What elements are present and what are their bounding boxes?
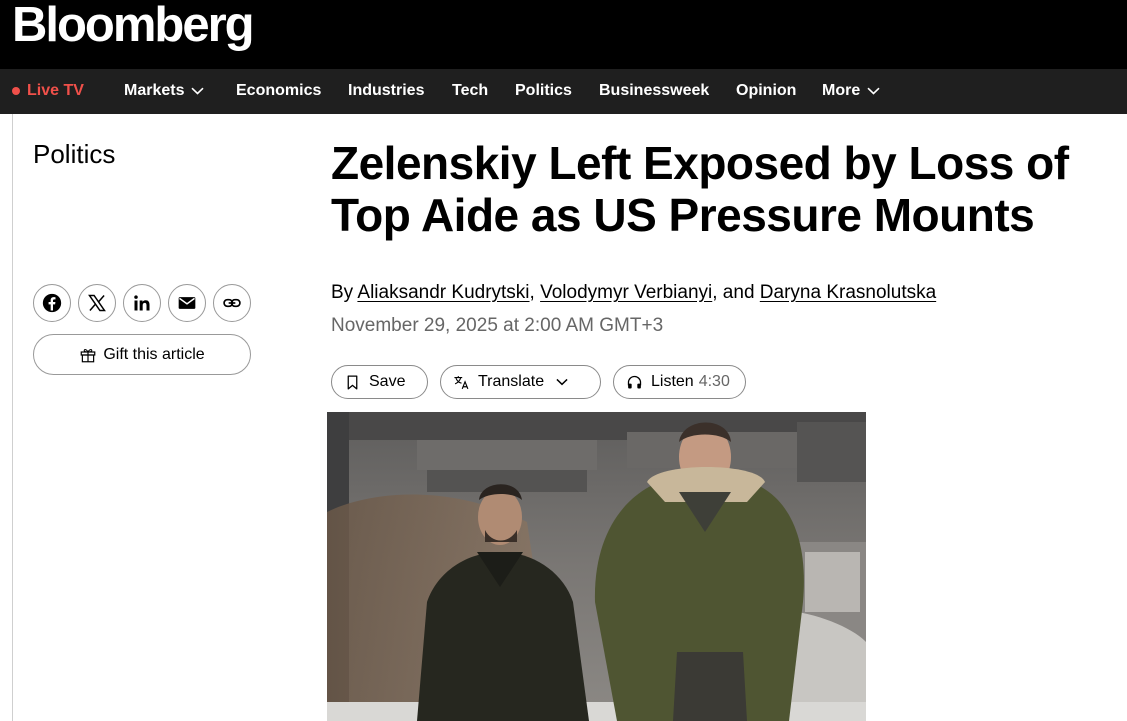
left-divider: [12, 114, 13, 721]
article-lead-photo[interactable]: [327, 412, 866, 721]
nav-item-label: Opinion: [736, 82, 797, 99]
x-icon: [88, 294, 106, 312]
article-headline: Zelenskiy Left Exposed by Loss of Top Ai…: [331, 137, 1127, 241]
share-email-button[interactable]: [168, 284, 206, 322]
share-buttons: [33, 284, 258, 322]
translate-button[interactable]: Translate: [440, 365, 601, 399]
nav-item-economics[interactable]: Economics: [236, 82, 321, 100]
live-dot-icon: [12, 87, 20, 95]
save-label: Save: [369, 373, 406, 390]
bloomberg-logo[interactable]: Bloomberg: [12, 0, 255, 55]
nav-item-politics[interactable]: Politics: [515, 82, 572, 100]
nav-item-label: Tech: [452, 82, 489, 99]
nav-item-label: Economics: [236, 82, 322, 99]
copy-link-button[interactable]: [213, 284, 251, 322]
article-actions: Save Translate Listen 4:30: [331, 365, 758, 399]
nav-item-label: Industries: [348, 82, 425, 99]
listen-duration: 4:30: [698, 373, 730, 390]
nav-item-businessweek[interactable]: Businessweek: [599, 82, 709, 100]
bookmark-icon: [347, 374, 358, 390]
nav-item-label: Politics: [515, 82, 572, 99]
email-icon: [178, 297, 196, 309]
author-link[interactable]: Daryna Krasnolutska: [760, 282, 936, 303]
linkedin-icon: [134, 295, 150, 311]
link-icon: [223, 298, 241, 308]
nav-item-label: More: [822, 82, 861, 99]
headline-line-2: Top Aide as US Pressure Mounts: [331, 189, 1035, 241]
nav-item-more[interactable]: More: [822, 82, 880, 100]
listen-label: Listen: [651, 373, 694, 390]
live-tv-label: Live TV: [27, 82, 84, 99]
nav-item-industries[interactable]: Industries: [348, 82, 424, 100]
share-facebook-button[interactable]: [33, 284, 71, 322]
main-nav: Live TV Markets Economics Industries Tec…: [0, 69, 1127, 114]
gift-article-button[interactable]: Gift this article: [33, 334, 251, 375]
listen-button[interactable]: Listen 4:30: [613, 365, 746, 399]
nav-item-opinion[interactable]: Opinion: [736, 82, 796, 100]
author-link[interactable]: Aliaksandr Kudrytski: [357, 282, 529, 303]
facebook-icon: [42, 293, 62, 313]
byline-prefix: By: [331, 282, 358, 303]
share-linkedin-button[interactable]: [123, 284, 161, 322]
lead-photo-image: [327, 412, 866, 721]
live-tv-link[interactable]: Live TV: [12, 82, 84, 100]
chevron-down-icon: [556, 378, 568, 386]
section-label[interactable]: Politics: [33, 139, 115, 170]
share-x-button[interactable]: [78, 284, 116, 322]
gift-article-label: Gift this article: [103, 345, 205, 363]
translate-icon: [454, 375, 469, 389]
nav-item-markets[interactable]: Markets: [124, 82, 205, 100]
masthead: Bloomberg: [0, 0, 1127, 69]
headline-line-1: Zelenskiy Left Exposed by Loss of: [331, 137, 1069, 189]
nav-item-label: Markets: [124, 82, 185, 99]
byline-separator: , and: [712, 282, 760, 303]
chevron-down-icon: [191, 87, 205, 95]
byline-separator: ,: [529, 282, 541, 303]
nav-item-tech[interactable]: Tech: [452, 82, 488, 100]
author-link[interactable]: Volodymyr Verbianyi: [540, 282, 712, 303]
gift-icon: [80, 348, 96, 362]
chevron-down-icon: [867, 87, 880, 95]
byline: By Aliaksandr Kudrytski, Volodymyr Verbi…: [331, 282, 936, 304]
save-button[interactable]: Save: [331, 365, 428, 399]
publish-date: November 29, 2025 at 2:00 AM GMT+3: [331, 315, 664, 336]
translate-label: Translate: [478, 373, 545, 390]
headphones-icon: [627, 375, 642, 389]
nav-item-label: Businessweek: [599, 82, 710, 99]
